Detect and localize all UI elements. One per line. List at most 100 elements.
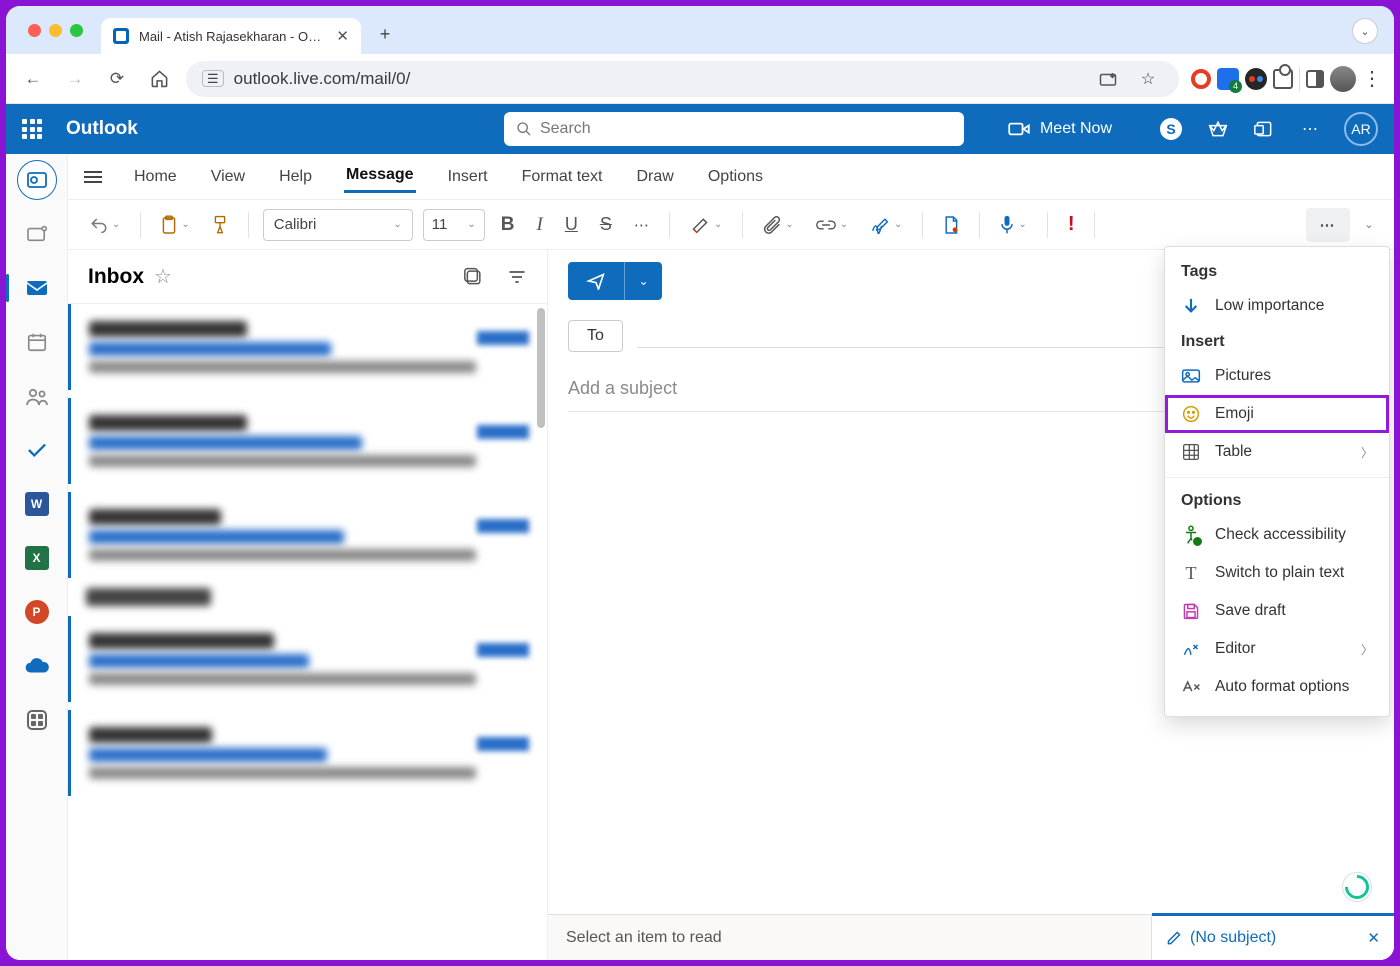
favorite-folder-icon[interactable]: ☆ <box>154 264 172 289</box>
menu-low-importance[interactable]: Low importance <box>1165 287 1389 325</box>
tab-format-text[interactable]: Format text <box>520 162 605 192</box>
home-button[interactable] <box>144 64 174 94</box>
menu-emoji[interactable]: Emoji <box>1165 395 1389 433</box>
undo-button[interactable]: ⌄ <box>84 209 126 241</box>
font-size-select[interactable]: 11⌄ <box>423 209 485 241</box>
extensions-icon[interactable] <box>1273 69 1293 89</box>
rail-outlook-icon[interactable] <box>17 160 57 200</box>
outlook-header: Outlook Search Meet Now S ⋯ AR <box>6 104 1394 154</box>
rail-new-mail-icon[interactable] <box>17 214 57 254</box>
more-commands-button[interactable]: ⋯ <box>1306 208 1350 242</box>
send-dropdown[interactable]: ⌄ <box>624 262 662 300</box>
rail-more-apps-icon[interactable] <box>17 700 57 740</box>
list-item[interactable] <box>68 710 547 796</box>
tab-view[interactable]: View <box>209 162 247 192</box>
rail-powerpoint-icon[interactable]: P <box>17 592 57 632</box>
arrow-down-icon <box>1181 296 1201 316</box>
select-mode-icon[interactable] <box>463 267 485 287</box>
side-panel-icon[interactable] <box>1306 70 1324 88</box>
menu-editor[interactable]: Editor 〉 <box>1165 630 1389 668</box>
tab-message[interactable]: Message <box>344 160 416 193</box>
nav-toggle-icon[interactable] <box>84 171 102 183</box>
new-tab-button[interactable]: + <box>371 20 399 48</box>
rail-todo-icon[interactable] <box>17 430 57 470</box>
app-rail: W X P <box>6 154 68 960</box>
paste-button[interactable]: ⌄ <box>155 209 195 241</box>
tab-draw[interactable]: Draw <box>635 162 676 192</box>
menu-autoformat[interactable]: Auto format options <box>1165 668 1389 706</box>
minimize-window[interactable] <box>49 24 62 37</box>
dictate-button[interactable]: ⌄ <box>994 209 1032 241</box>
menu-section-options: Options <box>1165 484 1389 516</box>
video-icon <box>1008 121 1030 137</box>
account-avatar[interactable]: AR <box>1344 112 1378 146</box>
scrollbar-thumb[interactable] <box>537 308 545 428</box>
more-header-icon[interactable]: ⋯ <box>1300 119 1320 139</box>
profile-avatar[interactable] <box>1330 66 1356 92</box>
rail-excel-icon[interactable]: X <box>17 538 57 578</box>
address-bar[interactable]: ☰ outlook.live.com/mail/0/ ☆ <box>186 61 1179 97</box>
strikethrough-button[interactable]: S <box>594 209 618 241</box>
italic-button[interactable]: I <box>531 209 549 241</box>
menu-table[interactable]: Table 〉 <box>1165 433 1389 471</box>
browser-tab[interactable]: Mail - Atish Rajasekharan - O… ✕ <box>101 18 361 54</box>
rail-word-icon[interactable]: W <box>17 484 57 524</box>
menu-plain-text[interactable]: T Switch to plain text <box>1165 554 1389 592</box>
sensitivity-button[interactable] <box>937 209 965 241</box>
bookmark-icon[interactable]: ☆ <box>1133 64 1163 94</box>
addin-icon[interactable] <box>1254 119 1274 139</box>
browser-menu-icon[interactable]: ⋮ <box>1362 66 1382 91</box>
list-item[interactable] <box>68 616 547 702</box>
search-input[interactable]: Search <box>504 112 964 146</box>
ribbon-expand-icon[interactable]: ⌄ <box>1360 205 1378 245</box>
bold-button[interactable]: B <box>495 209 521 241</box>
clear-format-button[interactable]: ⌄ <box>684 209 728 241</box>
filter-icon[interactable] <box>507 269 527 285</box>
close-draft-icon[interactable]: ✕ <box>1367 929 1380 947</box>
grammarly-icon[interactable] <box>1342 872 1372 902</box>
rail-people-icon[interactable] <box>17 376 57 416</box>
menu-save-draft[interactable]: Save draft <box>1165 592 1389 630</box>
maximize-window[interactable] <box>70 24 83 37</box>
draft-tab[interactable]: (No subject) ✕ <box>1152 913 1394 960</box>
tab-options[interactable]: Options <box>706 162 765 192</box>
rail-onedrive-icon[interactable] <box>17 646 57 686</box>
install-app-icon[interactable] <box>1093 64 1123 94</box>
signature-button[interactable]: ⌄ <box>864 209 908 241</box>
list-item[interactable] <box>68 304 547 390</box>
adblock-icon[interactable] <box>1191 69 1211 89</box>
close-tab-icon[interactable]: ✕ <box>336 27 349 45</box>
menu-pictures[interactable]: Pictures <box>1165 357 1389 395</box>
forward-button[interactable]: → <box>60 64 90 94</box>
message-list[interactable] <box>68 304 547 960</box>
ribbon-tabs: Home View Help Message Insert Format tex… <box>68 154 1394 200</box>
link-button[interactable]: ⌄ <box>810 209 854 241</box>
site-settings-icon[interactable]: ☰ <box>202 70 224 87</box>
attach-button[interactable]: ⌄ <box>757 209 799 241</box>
rail-mail-icon[interactable] <box>17 268 57 308</box>
more-formatting-button[interactable]: ⋯ <box>628 209 655 241</box>
skype-icon[interactable]: S <box>1160 118 1182 140</box>
tab-overflow-button[interactable]: ⌄ <box>1352 18 1378 44</box>
close-window[interactable] <box>28 24 41 37</box>
to-button[interactable]: To <box>568 320 623 352</box>
extension-goggles-icon[interactable] <box>1245 68 1267 90</box>
tab-home[interactable]: Home <box>132 162 179 192</box>
extension-badge-icon[interactable] <box>1217 68 1239 90</box>
premium-icon[interactable] <box>1208 119 1228 139</box>
rail-calendar-icon[interactable] <box>17 322 57 362</box>
meet-now-button[interactable]: Meet Now <box>1008 120 1112 138</box>
menu-accessibility[interactable]: Check accessibility <box>1165 516 1389 554</box>
send-button[interactable] <box>568 262 624 300</box>
high-importance-button[interactable]: ! <box>1062 209 1081 241</box>
tab-help[interactable]: Help <box>277 162 314 192</box>
list-item[interactable] <box>68 398 547 484</box>
app-launcher-icon[interactable] <box>22 119 42 139</box>
underline-button[interactable]: U <box>559 209 584 241</box>
reload-button[interactable]: ⟳ <box>102 64 132 94</box>
list-item[interactable] <box>68 492 547 578</box>
format-painter-button[interactable] <box>206 209 234 241</box>
font-family-select[interactable]: Calibri⌄ <box>263 209 413 241</box>
tab-insert[interactable]: Insert <box>446 162 490 192</box>
back-button[interactable]: ← <box>18 64 48 94</box>
